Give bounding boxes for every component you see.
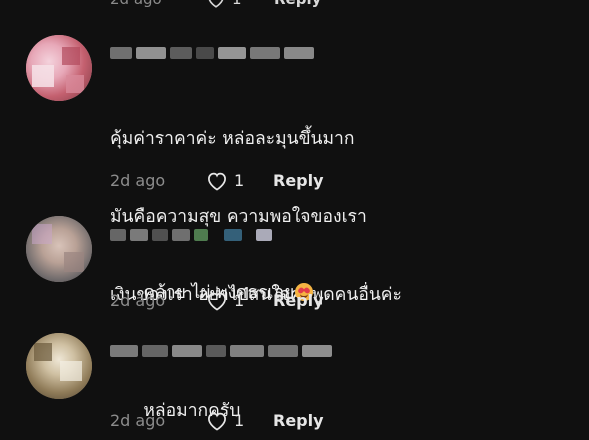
heart-outline-icon (208, 172, 226, 191)
like-button[interactable]: 1 (206, 0, 274, 8)
comments-panel: 2d ago 1 Reply คุ้มค่าราคาค่ะ หล่อละมุนข… (0, 0, 589, 440)
heart-outline-icon (208, 412, 226, 431)
comment-age: 2d ago (110, 0, 206, 8)
reply-button[interactable]: Reply (273, 411, 324, 430)
heart-outline-icon (208, 292, 226, 311)
username-redacted[interactable] (110, 46, 314, 60)
previous-comment-actions: 2d ago 1 Reply (110, 0, 321, 10)
reply-button[interactable]: Reply (273, 171, 324, 190)
avatar[interactable] (26, 333, 92, 399)
comment-age: 2d ago (110, 290, 166, 310)
like-count: 1 (234, 290, 245, 310)
like-count: 1 (234, 170, 245, 190)
reply-button[interactable]: Reply (274, 0, 321, 8)
like-button[interactable]: 1 (205, 170, 273, 191)
username-redacted[interactable] (110, 228, 272, 242)
comment-text-line: คุ้มค่าราคาค่ะ หล่อละมุนขึ้นมาก (110, 129, 355, 149)
like-button[interactable]: 1 (205, 410, 273, 431)
comment-item: คุ้มค่าราคาค่ะ หล่อละมุนขึ้นมาก มันคือคว… (0, 30, 589, 305)
comment-age: 2d ago (110, 170, 166, 190)
like-count: 1 (234, 410, 245, 430)
like-button[interactable]: 1 (205, 290, 273, 311)
comment-actions: 2d ago 1 Reply (110, 168, 324, 192)
comment-age: 2d ago (110, 410, 166, 430)
comment-item: คล้าย ไผ่ พงศธรเลย 2d ago 1 Reply (0, 208, 589, 320)
avatar[interactable] (26, 35, 92, 101)
comment-item: หล่อมากครับ 2d ago 1 Reply (0, 328, 589, 440)
heart-outline-icon (208, 0, 224, 8)
comment-actions: 2d ago 1 Reply (110, 408, 324, 432)
reply-button[interactable]: Reply (273, 291, 324, 310)
like-count: 1 (232, 0, 242, 8)
comment-actions: 2d ago 1 Reply (110, 288, 324, 312)
username-redacted[interactable] (110, 344, 332, 358)
avatar[interactable] (26, 216, 92, 282)
